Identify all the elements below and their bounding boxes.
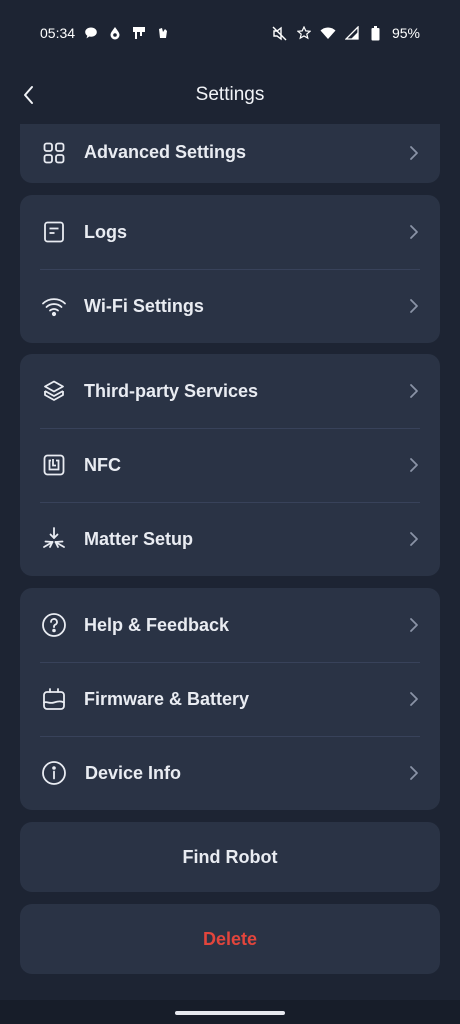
question-circle-icon (40, 611, 68, 639)
delete-label: Delete (202, 928, 258, 949)
chevron-right-icon (402, 527, 426, 551)
find-robot-button[interactable]: Find Robot (20, 822, 440, 892)
info-circle-icon (40, 759, 68, 787)
firmware-battery-label: Firmware & Battery (84, 688, 250, 709)
status-time: 05:34 (40, 25, 76, 41)
delete-button[interactable]: Delete (20, 904, 440, 974)
back-button[interactable] (14, 80, 44, 110)
battery-icon (368, 25, 384, 41)
star-icon (296, 25, 312, 41)
stamp-icon (131, 25, 147, 41)
chevron-right-icon (402, 220, 426, 244)
grid-icon (40, 139, 68, 167)
system-nav-bar (0, 1000, 460, 1024)
cell-signal-icon (344, 25, 360, 41)
matter-icon (40, 525, 68, 553)
chevron-right-icon (402, 687, 426, 711)
advanced-settings-row[interactable]: Advanced Settings (20, 124, 440, 183)
chevron-right-icon (402, 294, 426, 318)
matter-setup-label: Matter Setup (84, 528, 194, 549)
settings-list[interactable]: Advanced Settings Logs Wi-Fi Settings Th… (0, 124, 460, 1000)
device-info-row[interactable]: Device Info (20, 736, 440, 810)
find-robot-label: Find Robot (182, 846, 278, 867)
chevron-right-icon (402, 141, 426, 165)
page-title: Settings (195, 84, 265, 105)
wifi-icon (40, 292, 68, 320)
layers-icon (40, 377, 68, 405)
mute-icon (272, 25, 288, 41)
settings-group-support: Help & Feedback Firmware & Battery Devic… (20, 588, 440, 810)
chevron-left-icon (24, 86, 33, 104)
nfc-row[interactable]: NFC (20, 428, 440, 502)
settings-screen: 05:34 95% Settings Advanced Settings Log… (0, 0, 460, 1024)
settings-group-logs-wifi: Logs Wi-Fi Settings (20, 195, 440, 343)
settings-group-advanced: Advanced Settings (20, 124, 440, 183)
wifi-settings-label: Wi-Fi Settings (84, 295, 204, 316)
nfc-label: NFC (84, 454, 121, 475)
app-icon (155, 25, 171, 41)
document-icon (40, 218, 68, 246)
chevron-right-icon (402, 761, 426, 785)
status-right: 95% (272, 25, 420, 41)
chevron-right-icon (402, 613, 426, 637)
drop-icon (107, 25, 123, 41)
firmware-icon (40, 685, 68, 713)
help-feedback-row[interactable]: Help & Feedback (20, 588, 440, 662)
status-bar: 05:34 95% (0, 0, 460, 66)
wifi-settings-row[interactable]: Wi-Fi Settings (20, 269, 440, 343)
battery-percent: 95% (391, 25, 420, 41)
help-feedback-label: Help & Feedback (84, 614, 230, 635)
device-info-label: Device Info (85, 762, 182, 783)
app-header: Settings (0, 66, 460, 124)
logs-label: Logs (84, 221, 127, 242)
chevron-right-icon (402, 379, 426, 403)
nfc-icon (40, 451, 68, 479)
logs-row[interactable]: Logs (20, 195, 440, 269)
home-gesture-handle[interactable] (175, 1011, 285, 1015)
matter-setup-row[interactable]: Matter Setup (20, 502, 440, 576)
settings-group-connectivity: Third-party Services NFC Matter Setup (20, 354, 440, 576)
advanced-settings-label: Advanced Settings (84, 142, 247, 162)
wifi-icon (320, 25, 336, 41)
third-party-services-row[interactable]: Third-party Services (20, 354, 440, 428)
firmware-battery-row[interactable]: Firmware & Battery (20, 662, 440, 736)
third-party-services-label: Third-party Services (84, 380, 259, 401)
chevron-right-icon (402, 453, 426, 477)
chat-bubble-icon (83, 25, 99, 41)
status-left: 05:34 (40, 25, 171, 41)
